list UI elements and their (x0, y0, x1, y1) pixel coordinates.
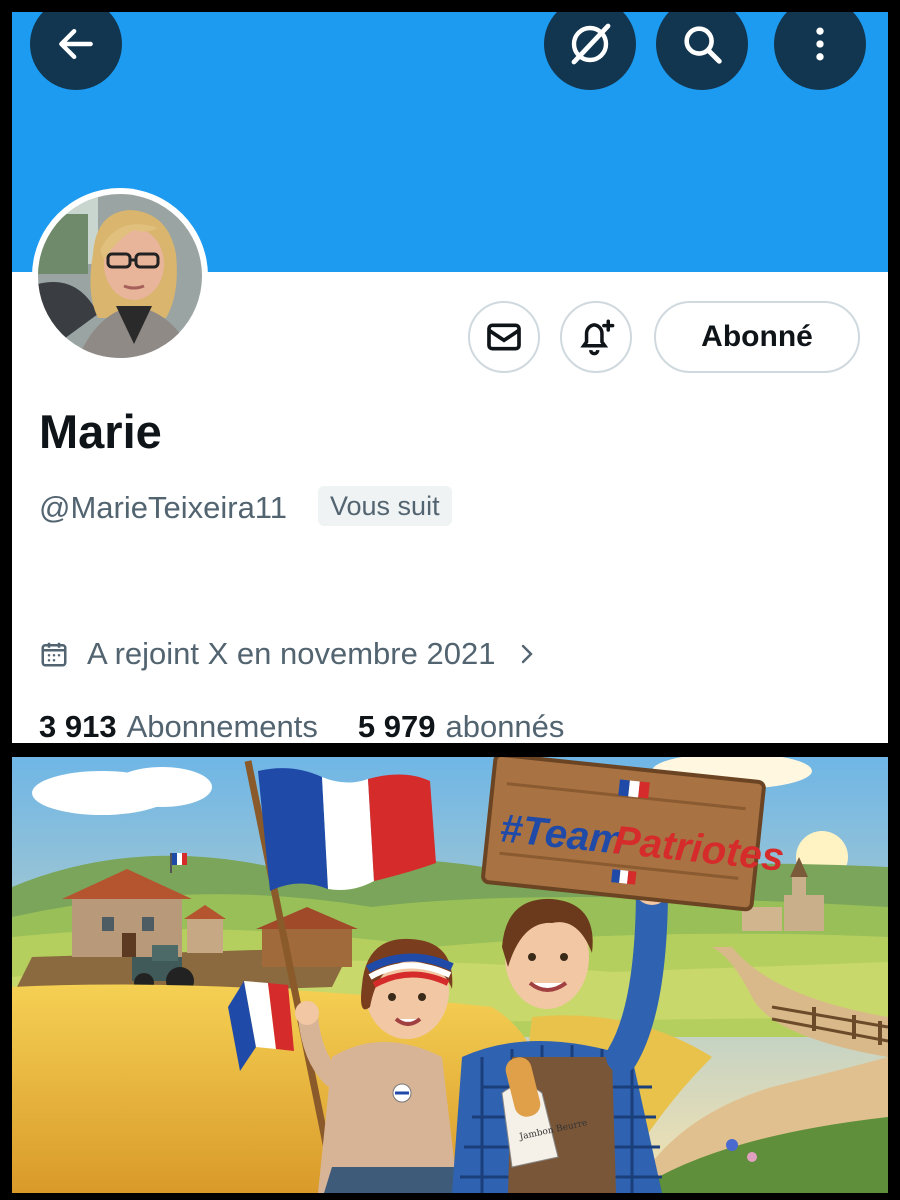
search-icon (684, 26, 722, 64)
following-label: Abonnements (126, 709, 318, 743)
following-count: 3 913 (39, 709, 117, 743)
followers-stat[interactable]: 5 979 abonnés (358, 709, 565, 743)
user-handle: @MarieTeixeira11 (39, 490, 287, 525)
follows-you-badge: Vous suit (318, 486, 452, 526)
profile-panel: Abonné Marie @MarieTeixeira11 Vous suit … (12, 12, 888, 743)
patriot-illustration: Jambon Beurre #Team Patriotes (12, 757, 888, 1193)
message-button[interactable] (468, 301, 540, 373)
arrow-left-icon (59, 28, 93, 60)
following-stat[interactable]: 3 913 Abonnements (39, 709, 318, 743)
bell-plus-icon (580, 319, 615, 356)
grok-slash-icon (571, 23, 611, 65)
envelope-icon (487, 323, 521, 351)
chevron-right-icon (522, 644, 534, 664)
followers-count: 5 979 (357, 709, 436, 743)
avatar[interactable] (32, 188, 208, 364)
more-vertical-icon (816, 27, 824, 61)
followers-label: abonnés (445, 709, 565, 743)
following-button[interactable]: Abonné (654, 301, 860, 373)
calendar-icon (41, 642, 67, 667)
screenshot-frame: Abonné Marie @MarieTeixeira11 Vous suit … (0, 0, 900, 1200)
join-date-row[interactable]: A rejoint X en novembre 2021 (39, 636, 539, 672)
avatar-photo (38, 194, 202, 358)
display-name: Marie (39, 405, 162, 458)
join-date-text: A rejoint X en novembre 2021 (87, 636, 496, 671)
follow-stats: 3 913 Abonnements 5 979 abonnés (39, 709, 604, 743)
notify-button[interactable] (560, 301, 632, 373)
